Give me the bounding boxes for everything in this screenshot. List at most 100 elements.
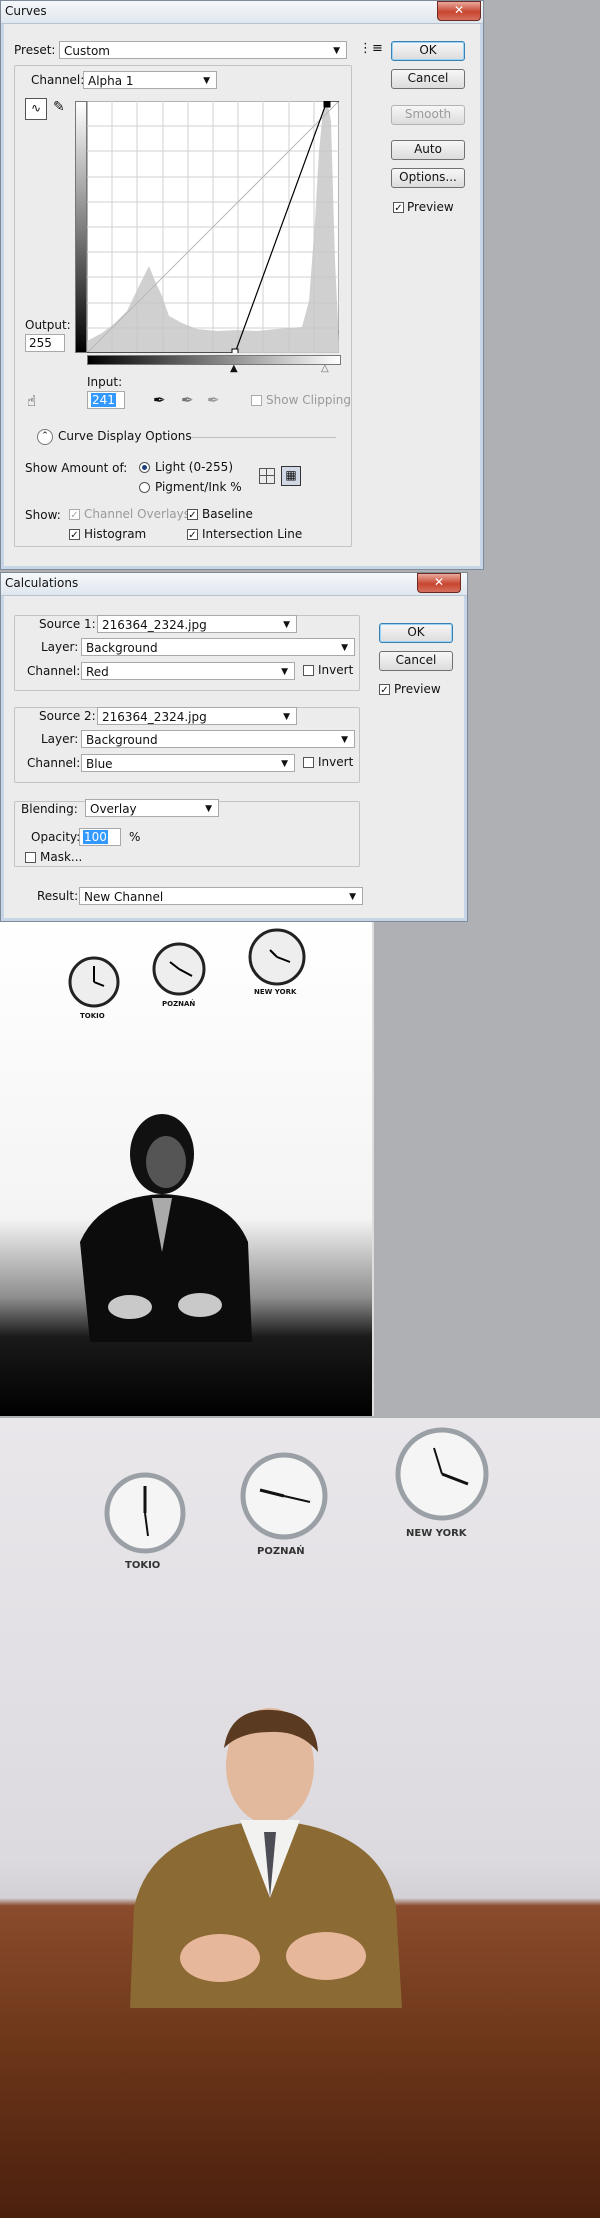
- black-eyedropper-icon[interactable]: ✒: [153, 391, 166, 409]
- output-field[interactable]: 255: [25, 334, 65, 352]
- intersection-line-checkbox[interactable]: ✓: [187, 529, 198, 541]
- calculations-cancel-button[interactable]: Cancel: [379, 651, 453, 671]
- bw-clock-tokio: [68, 956, 120, 1008]
- histogram-label: Histogram: [84, 527, 147, 541]
- curves-preview-checkbox[interactable]: ✓: [393, 202, 404, 214]
- clock-newyork: [395, 1427, 489, 1521]
- curve-graph[interactable]: [87, 101, 339, 353]
- show-label: Show:: [25, 508, 61, 522]
- channel-value: Alpha 1: [88, 74, 134, 88]
- chevron-down-icon: ▼: [283, 620, 290, 630]
- invert1-label: Invert: [318, 663, 354, 677]
- source2-select[interactable]: 216364_2324.jpg ▼: [97, 707, 297, 725]
- show-clipping-label: Show Clipping: [266, 393, 352, 407]
- curves-titlebar: Curves: [1, 1, 483, 24]
- bw-photo: TOKIO POZNAŃ NEW YORK: [0, 922, 374, 1416]
- source1-value: 216364_2324.jpg: [102, 618, 207, 632]
- auto-button[interactable]: Auto: [391, 140, 465, 160]
- mask-checkbox[interactable]: [25, 852, 36, 863]
- clock-poznan: [240, 1452, 328, 1540]
- channel1-value: Red: [86, 665, 109, 679]
- calculations-titlebar: Calculations: [1, 573, 467, 596]
- channel-overlays-checkbox[interactable]: ✓: [69, 509, 80, 521]
- bw-clock-newyork-label: NEW YORK: [254, 988, 297, 996]
- preset-options-icon[interactable]: ⋮≡: [359, 41, 383, 56]
- invert1-checkbox[interactable]: [303, 665, 314, 676]
- smooth-button[interactable]: Smooth: [391, 105, 465, 125]
- bw-man-silhouette: [80, 1114, 252, 1342]
- preset-label: Preset:: [14, 43, 56, 57]
- gray-eyedropper-icon[interactable]: ✒: [181, 391, 194, 409]
- calculations-ok-button[interactable]: OK: [379, 623, 453, 643]
- calculations-preview-label: Preview: [394, 682, 441, 696]
- curves-dialog: Curves ✕ Preset: Custom ▼ ⋮≡ OK Cancel Sm…: [0, 0, 484, 570]
- baseline-checkbox[interactable]: ✓: [187, 509, 198, 521]
- white-point-slider[interactable]: △: [321, 363, 329, 374]
- chevron-down-icon: ▼: [205, 804, 212, 814]
- white-eyedropper-icon[interactable]: ✒: [207, 391, 220, 409]
- layer2-select[interactable]: Background ▼: [81, 730, 355, 748]
- blending-select[interactable]: Overlay ▼: [85, 799, 219, 817]
- simple-grid-icon[interactable]: [259, 468, 275, 484]
- clock-tokio-label: TOKIO: [125, 1560, 161, 1571]
- invert2-checkbox[interactable]: [303, 757, 314, 768]
- bw-clock-tokio-label: TOKIO: [80, 1012, 105, 1020]
- curve-point-white: [323, 101, 331, 108]
- pigment-radio[interactable]: [139, 482, 150, 493]
- histogram-checkbox[interactable]: ✓: [69, 529, 80, 541]
- opacity-value: 100: [83, 830, 108, 844]
- layer1-label: Layer:: [41, 640, 79, 654]
- curve-display-options-label: Curve Display Options: [58, 429, 192, 443]
- preset-value: Custom: [64, 44, 110, 58]
- pencil-icon[interactable]: ✎: [53, 99, 65, 115]
- source2-value: 216364_2324.jpg: [102, 710, 207, 724]
- chevron-down-icon: ▼: [281, 667, 288, 677]
- source1-label: Source 1:: [37, 617, 98, 631]
- channel1-select[interactable]: Red ▼: [81, 662, 295, 680]
- curves-title: Curves: [5, 4, 47, 18]
- chevron-down-icon: ▼: [341, 735, 348, 745]
- pigment-label: Pigment/Ink %: [155, 480, 242, 494]
- opacity-field[interactable]: 100: [79, 828, 121, 846]
- curve-point-black: [231, 348, 239, 353]
- intersection-line-label: Intersection Line: [202, 527, 303, 541]
- curves-close-button[interactable]: ✕: [437, 1, 481, 21]
- chevron-down-icon: ▼: [203, 76, 210, 86]
- channel1-label: Channel:: [27, 664, 81, 678]
- channel2-label: Channel:: [27, 756, 81, 770]
- black-point-slider[interactable]: ▲: [230, 363, 238, 374]
- result-select[interactable]: New Channel ▼: [79, 887, 363, 905]
- curves-cancel-button[interactable]: Cancel: [391, 69, 465, 89]
- bw-clock-poznan: [152, 942, 206, 996]
- chevron-down-icon: ▼: [281, 759, 288, 769]
- curves-ok-button[interactable]: OK: [391, 41, 465, 61]
- bw-clock-poznan-label: POZNAŃ: [162, 1000, 196, 1008]
- clock-poznan-label: POZNAŃ: [257, 1546, 305, 1557]
- channel-select[interactable]: Alpha 1 ▼: [83, 71, 217, 89]
- man-figure: [130, 1708, 402, 2008]
- source2-label: Source 2:: [37, 709, 98, 723]
- light-radio[interactable]: [139, 462, 150, 473]
- invert2-label: Invert: [318, 755, 354, 769]
- input-value: 241: [91, 393, 116, 407]
- show-clipping-checkbox[interactable]: [251, 395, 262, 406]
- result-label: Result:: [37, 889, 79, 903]
- preset-select[interactable]: Custom ▼: [59, 41, 347, 59]
- expand-toggle-icon[interactable]: ⌃: [37, 429, 53, 445]
- source1-select[interactable]: 216364_2324.jpg ▼: [97, 615, 297, 633]
- chevron-down-icon: ▼: [283, 712, 290, 722]
- layer2-label: Layer:: [41, 732, 79, 746]
- calculations-close-button[interactable]: ✕: [417, 573, 461, 593]
- channel2-select[interactable]: Blue ▼: [81, 754, 295, 772]
- layer1-select[interactable]: Background ▼: [81, 638, 355, 656]
- blending-label: Blending:: [21, 802, 78, 816]
- hand-target-icon[interactable]: ☝: [27, 392, 36, 410]
- curve-tool-icon[interactable]: ∿: [25, 98, 47, 120]
- divider-line: [191, 437, 336, 438]
- opacity-unit: %: [129, 830, 141, 844]
- curves-preview-label: Preview: [407, 200, 454, 214]
- detailed-grid-icon[interactable]: ▦: [281, 466, 301, 486]
- input-field[interactable]: 241: [87, 391, 125, 409]
- calculations-preview-checkbox[interactable]: ✓: [379, 684, 390, 696]
- options-button[interactable]: Options...: [391, 168, 465, 188]
